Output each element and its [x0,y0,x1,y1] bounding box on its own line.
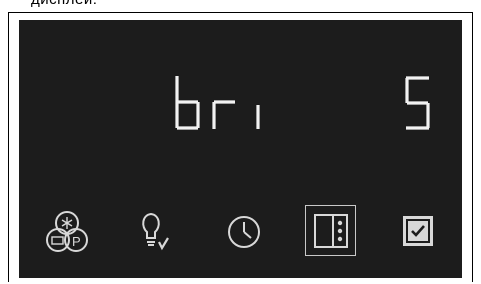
light-bulb-icon [142,212,169,251]
fridge-freezer-party-icon: P [46,211,88,252]
setting-code-digits [175,76,260,130]
control-panel: bri 5 P [19,20,462,278]
settings-menu-button[interactable] [313,213,349,249]
caption-text: дисплей: [31,0,97,8]
confirm-button[interactable] [402,215,434,247]
svg-text:P: P [72,234,81,249]
settings-menu-icon [314,214,348,248]
fridge-freezer-party-button[interactable]: P [43,208,91,256]
clock-button[interactable] [226,214,262,250]
light-button[interactable] [137,210,173,254]
confirm-checkbox-icon [403,216,433,246]
setting-code-readout: bri [174,75,269,131]
clock-icon [228,216,260,248]
setting-value-digit [405,76,430,130]
setting-value-readout: 5 [405,76,431,132]
